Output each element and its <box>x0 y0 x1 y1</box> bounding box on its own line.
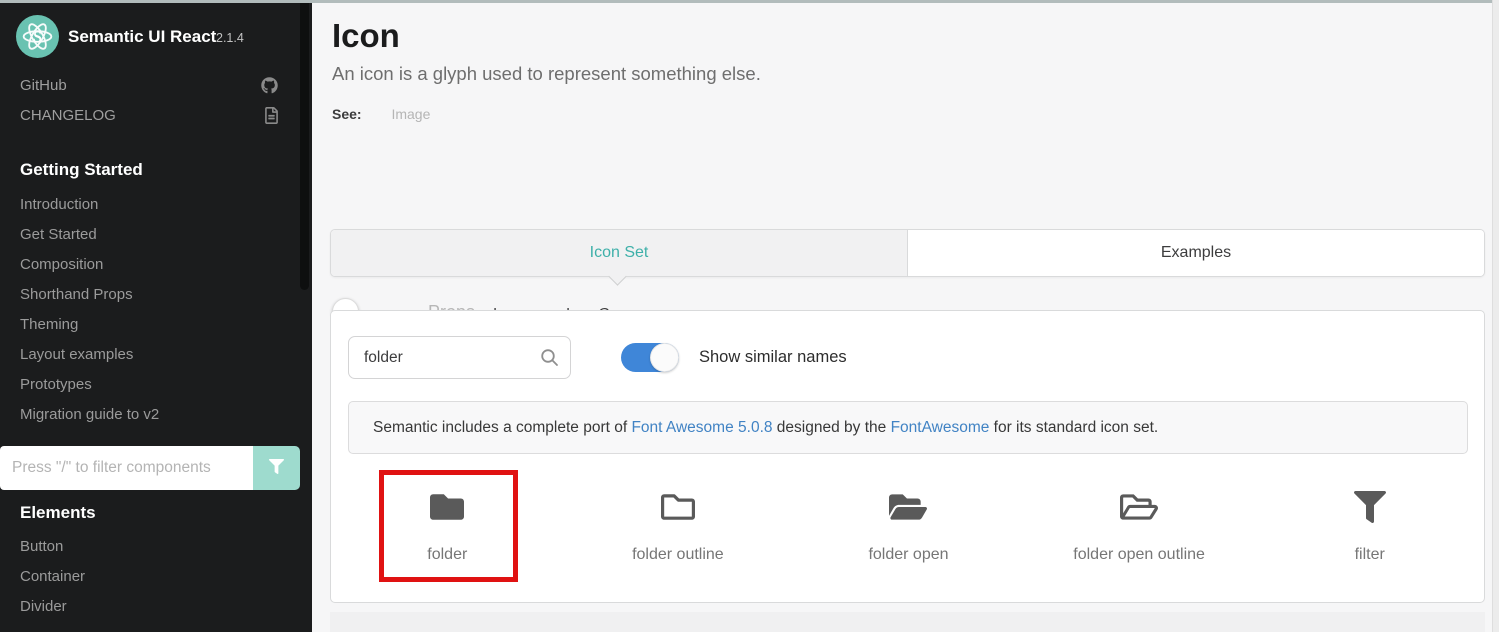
show-similar-label: Show similar names <box>699 348 847 367</box>
brand-title: Semantic UI React <box>68 27 216 47</box>
sidebar-item-get-started[interactable]: Get Started <box>20 226 280 243</box>
github-link[interactable]: GitHub <box>20 77 292 99</box>
brand-version: 2.1.4 <box>216 31 244 45</box>
sidebar-item-layout-examples[interactable]: Layout examples <box>20 346 280 363</box>
page-title: Icon <box>332 17 400 55</box>
font-awesome-link[interactable]: FontAwesome <box>891 419 990 436</box>
sidebar-item-divider[interactable]: Divider <box>20 598 280 615</box>
github-link-label: GitHub <box>20 77 67 94</box>
main-content: Icon An icon is a glyph used to represen… <box>312 3 1492 632</box>
component-filter-input[interactable] <box>0 446 253 490</box>
icon-result-label: folder open outline <box>1073 546 1205 564</box>
icon-result-label: folder outline <box>632 546 724 564</box>
sidebar-item-container[interactable]: Container <box>20 568 280 585</box>
brand-link[interactable]: S Semantic UI React 2.1.4 <box>16 15 296 61</box>
next-section-block <box>330 612 1485 632</box>
folder-outline-icon <box>661 489 695 525</box>
icon-result-folder-outline[interactable]: folder outline <box>563 463 794 593</box>
svg-text:S: S <box>33 29 42 46</box>
sidebar-scrollbar[interactable] <box>300 3 309 290</box>
icon-set-panel: Show similar names Semantic includes a c… <box>330 310 1485 603</box>
icon-result-label: folder open <box>868 546 948 564</box>
icon-result-folder-open-outline[interactable]: folder open outline <box>1024 463 1255 593</box>
semantic-ui-logo-icon: S <box>16 15 59 58</box>
component-filter <box>0 446 300 490</box>
app: S Semantic UI React 2.1.4 GitHub CHANGEL… <box>0 0 1499 632</box>
changelog-link[interactable]: CHANGELOG <box>20 107 292 129</box>
icon-result-label: folder <box>427 546 467 564</box>
message-text: Semantic includes a complete port of Fon… <box>373 419 1158 437</box>
section-header-getting-started: Getting Started <box>20 160 143 180</box>
show-similar-toggle[interactable] <box>621 343 679 372</box>
icon-result-folder[interactable]: folder <box>332 463 563 593</box>
sidebar-item-prototypes[interactable]: Prototypes <box>20 376 280 393</box>
sidebar-item-composition[interactable]: Composition <box>20 256 280 273</box>
component-filter-button[interactable] <box>253 446 300 490</box>
see-link-image[interactable]: Image <box>391 106 430 122</box>
folder-open-outline-icon <box>1120 489 1158 525</box>
icon-result-label: filter <box>1355 546 1385 564</box>
github-icon <box>261 77 278 98</box>
filter-icon <box>269 459 284 477</box>
tab-examples[interactable]: Examples <box>908 230 1484 276</box>
sidebar: S Semantic UI React 2.1.4 GitHub CHANGEL… <box>0 0 312 632</box>
file-icon <box>265 107 278 128</box>
changelog-link-label: CHANGELOG <box>20 107 116 124</box>
sidebar-item-button[interactable]: Button <box>20 538 280 555</box>
font-awesome-message: Semantic includes a complete port of Fon… <box>348 401 1468 454</box>
icon-results-grid: folder folder outline folder open <box>332 463 1485 593</box>
sidebar-item-shorthand-props[interactable]: Shorthand Props <box>20 286 280 303</box>
toggle-knob <box>650 343 679 372</box>
section-header-elements: Elements <box>20 503 96 523</box>
sidebar-item-introduction[interactable]: Introduction <box>20 196 280 213</box>
sidebar-item-migration-guide[interactable]: Migration guide to v2 <box>20 406 280 423</box>
doc-tabs: Icon Set Examples <box>330 229 1485 277</box>
see-label: See: <box>332 106 362 122</box>
folder-open-icon <box>889 489 927 525</box>
page-scrollbar[interactable] <box>1492 0 1499 632</box>
icon-search-input[interactable] <box>348 336 571 379</box>
icon-result-folder-open[interactable]: folder open <box>793 463 1024 593</box>
sidebar-item-theming[interactable]: Theming <box>20 316 280 333</box>
folder-icon <box>430 489 464 525</box>
search-icon <box>540 348 559 372</box>
page-subtitle: An icon is a glyph used to represent som… <box>332 63 761 85</box>
filter-icon <box>1354 489 1386 525</box>
icon-search <box>348 336 571 379</box>
icon-result-filter[interactable]: filter <box>1254 463 1485 593</box>
see-row: See: Image <box>332 106 430 122</box>
font-awesome-version-link[interactable]: Font Awesome 5.0.8 <box>631 419 772 436</box>
top-border <box>0 0 1499 3</box>
